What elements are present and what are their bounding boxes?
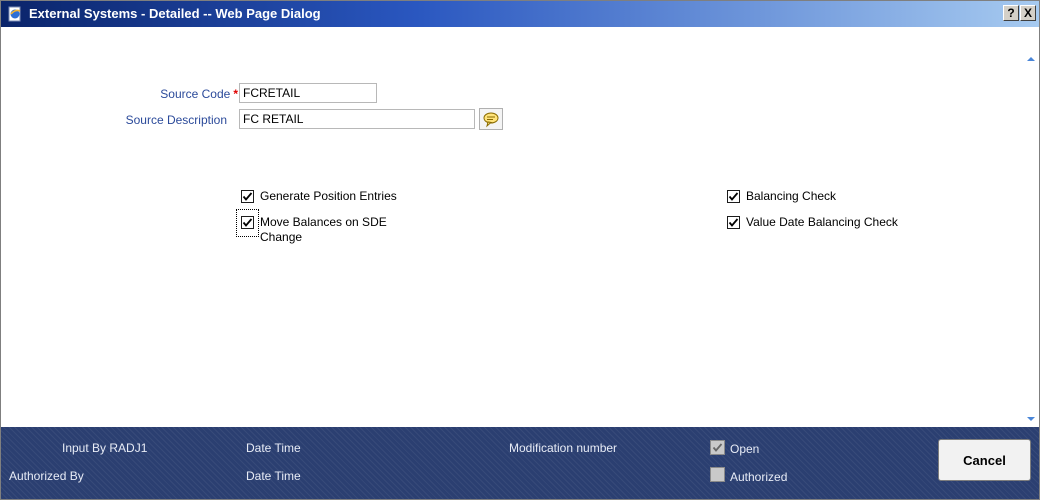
value-date-balancing-check-checkbox[interactable] xyxy=(727,216,740,229)
window-title: External Systems - Detailed -- Web Page … xyxy=(29,6,321,21)
cancel-button[interactable]: Cancel xyxy=(938,439,1031,481)
open-label: Open xyxy=(730,442,760,456)
title-bar[interactable]: External Systems - Detailed -- Web Page … xyxy=(1,1,1039,27)
balancing-check-label: Balancing Check xyxy=(746,189,837,203)
speech-bubble-icon xyxy=(483,112,499,128)
required-marker: * xyxy=(233,87,238,101)
dialog-window: External Systems - Detailed -- Web Page … xyxy=(0,0,1040,500)
move-balances-label: Move Balances on SDE Change xyxy=(260,215,387,244)
checkmark-icon xyxy=(728,218,739,227)
vertical-scrollbar[interactable] xyxy=(1023,27,1039,427)
close-button[interactable]: X xyxy=(1020,5,1036,21)
generate-position-entries-checkbox[interactable] xyxy=(241,190,254,203)
balancing-check-checkbox[interactable] xyxy=(727,190,740,203)
input-by-text: Input By RADJ1 xyxy=(62,441,148,455)
lov-button[interactable] xyxy=(479,108,503,130)
authorized-label: Authorized xyxy=(730,470,788,484)
value-date-balancing-check-label: Value Date Balancing Check xyxy=(746,215,898,229)
ie-page-icon xyxy=(7,6,23,22)
audit-footer: Input By RADJ1 Authorized By Date Time D… xyxy=(1,427,1039,499)
date-time-text: Date Time xyxy=(246,441,301,455)
authorized-checkbox xyxy=(710,467,725,482)
checkmark-icon xyxy=(728,192,739,201)
source-description-input[interactable] xyxy=(239,109,475,129)
dialog-content: Source Code* Source Description Generate… xyxy=(1,27,1039,427)
move-balances-checkbox[interactable] xyxy=(241,216,254,229)
generate-position-entries-label: Generate Position Entries xyxy=(260,189,397,203)
checkmark-icon xyxy=(242,192,253,201)
help-button[interactable]: ? xyxy=(1003,5,1019,21)
scroll-up-arrow-icon[interactable] xyxy=(1023,51,1039,67)
source-code-label: Source Code * xyxy=(160,87,238,101)
checkmark-icon xyxy=(712,443,723,452)
source-code-input[interactable] xyxy=(239,83,377,103)
source-description-label: Source Description xyxy=(125,113,227,127)
open-checkbox xyxy=(710,440,725,455)
date-time-text: Date Time xyxy=(246,469,301,483)
modification-number-text: Modification number xyxy=(509,441,618,455)
authorized-by-text: Authorized By xyxy=(9,469,84,483)
scroll-down-arrow-icon[interactable] xyxy=(1023,411,1039,427)
checkmark-icon xyxy=(242,218,253,227)
